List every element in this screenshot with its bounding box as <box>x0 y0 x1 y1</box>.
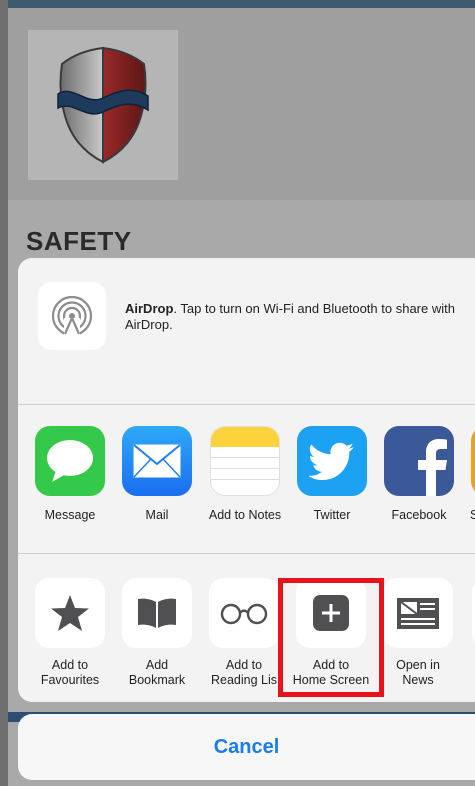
share-app-facebook[interactable]: Facebook <box>377 426 461 522</box>
share-app-partial[interactable]: S <box>464 426 475 522</box>
action-label: Add Bookmark <box>128 658 186 687</box>
app-label: S <box>470 508 475 522</box>
action-label: Add to Home Screen <box>292 658 370 687</box>
background-top-bar <box>8 0 475 8</box>
action-label: Add to Favourites <box>40 658 100 687</box>
partial-app-icon <box>471 426 475 496</box>
airdrop-description: . Tap to turn on Wi-Fi and Bluetooth to … <box>125 301 455 332</box>
twitter-icon <box>297 426 367 496</box>
app-label: Message <box>44 508 96 522</box>
glasses-icon <box>209 578 279 648</box>
share-actions-row: Add to Favourites Add Bookmark Add to Re… <box>18 554 475 702</box>
app-label: Twitter <box>313 508 351 522</box>
app-label: Add to Notes <box>208 508 282 522</box>
airdrop-row[interactable]: AirDrop. Tap to turn on Wi-Fi and Blueto… <box>18 258 475 404</box>
share-apps-row: Message Mail Add to Notes Twitter Facebo… <box>18 404 475 553</box>
shield-logo-icon <box>57 46 149 164</box>
cancel-button[interactable]: Cancel <box>18 714 475 780</box>
airdrop-title: AirDrop <box>125 301 174 316</box>
action-label: Open in News <box>396 658 440 687</box>
notes-icon <box>210 426 280 496</box>
news-icon <box>383 578 453 648</box>
action-add-to-reading-list[interactable]: Add to Reading Lis <box>201 578 287 688</box>
action-add-bookmark[interactable]: Add Bookmark <box>114 578 200 688</box>
action-label: Add to Reading Lis <box>210 658 277 687</box>
share-app-mail[interactable]: Mail <box>115 426 199 522</box>
share-app-notes[interactable]: Add to Notes <box>203 426 287 522</box>
mail-icon <box>122 426 192 496</box>
book-icon <box>122 578 192 648</box>
action-add-to-home-screen[interactable]: Add to Home Screen <box>288 578 374 688</box>
facebook-icon <box>384 426 454 496</box>
share-app-message[interactable]: Message <box>28 426 112 522</box>
app-label: Mail <box>145 508 169 522</box>
airdrop-message: AirDrop. Tap to turn on Wi-Fi and Blueto… <box>125 301 455 333</box>
logo <box>28 30 178 180</box>
page-title: SAFETY <box>26 226 132 256</box>
share-sheet: AirDrop. Tap to turn on Wi-Fi and Blueto… <box>18 258 475 702</box>
airdrop-icon <box>38 282 106 350</box>
action-partial[interactable] <box>464 578 475 648</box>
share-app-twitter[interactable]: Twitter <box>290 426 374 522</box>
action-add-to-favourites[interactable]: Add to Favourites <box>27 578 113 688</box>
messages-icon <box>35 426 105 496</box>
action-open-in-news[interactable]: Open in News <box>375 578 461 688</box>
plus-square-icon <box>296 578 366 648</box>
star-icon <box>35 578 105 648</box>
app-label: Facebook <box>391 508 447 522</box>
